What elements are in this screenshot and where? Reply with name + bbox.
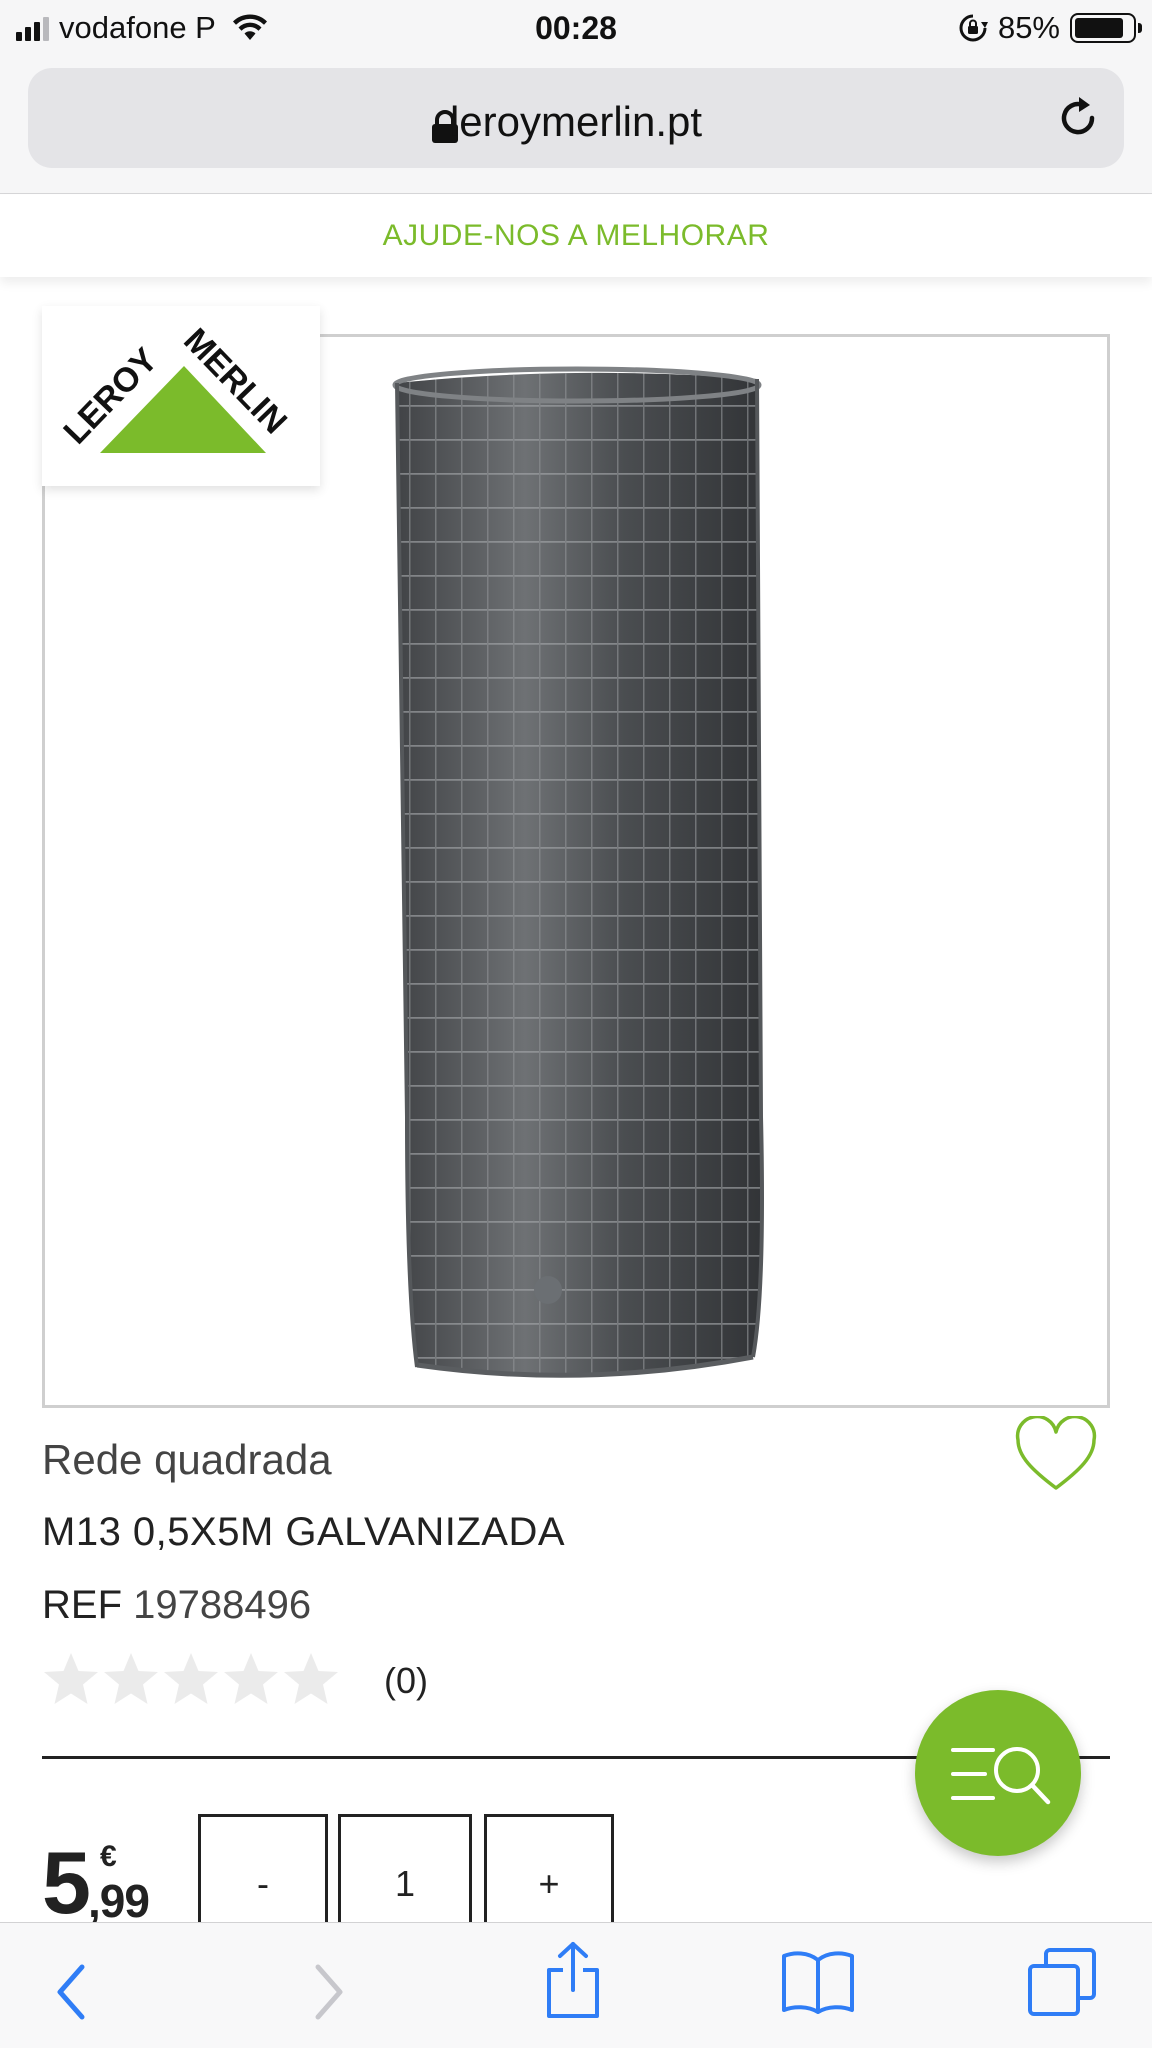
battery-percent: 85% xyxy=(997,10,1060,45)
browser-toolbar xyxy=(0,1922,1152,2048)
rating-stars[interactable] xyxy=(42,1650,340,1708)
status-bar: vodafone P 00:28 85% xyxy=(0,0,1152,58)
product-image xyxy=(392,366,764,1378)
price-integer: 5 xyxy=(42,1833,91,1932)
status-bar-right: 85% xyxy=(958,10,1142,46)
heart-outline-icon[interactable] xyxy=(1012,1416,1100,1496)
price-decimal: ,99 xyxy=(88,1875,150,1927)
product-category: Rede quadrada xyxy=(42,1436,332,1483)
back-icon xyxy=(57,1964,85,2020)
product-image-frame[interactable] xyxy=(42,334,1110,1408)
forward-button[interactable] xyxy=(288,1957,368,2027)
forward-icon xyxy=(315,1964,343,2020)
tabs-icon xyxy=(1028,1948,1096,2016)
feedback-link[interactable]: AJUDE-NOS A MELHORAR xyxy=(0,219,1152,253)
orientation-lock-icon xyxy=(959,14,988,42)
star-icon xyxy=(224,1653,278,1704)
product-ref: REF 19788496 xyxy=(42,1583,311,1628)
rating-count: (0) xyxy=(384,1660,428,1701)
battery-fill xyxy=(1075,18,1123,38)
product-name: M13 0,5X5M GALVANIZADA xyxy=(42,1510,566,1554)
share-button[interactable] xyxy=(533,1942,613,2018)
tabs-button[interactable] xyxy=(1022,1947,1102,2017)
bookmarks-icon xyxy=(782,1951,854,2014)
ref-number: 19788496 xyxy=(133,1583,312,1627)
browser-bar: leroymerlin.pt xyxy=(0,58,1152,194)
leroy-merlin-logo[interactable]: LEROY MERLIN xyxy=(42,306,320,486)
ref-label: REF xyxy=(42,1583,122,1627)
feedback-bar: AJUDE-NOS A MELHORAR xyxy=(0,195,1152,277)
logo-mark: LEROY MERLIN xyxy=(56,321,294,453)
url-text: leroymerlin.pt xyxy=(449,98,703,145)
address-field[interactable]: leroymerlin.pt xyxy=(28,68,1124,168)
star-icon xyxy=(44,1653,98,1704)
star-icon xyxy=(284,1653,338,1704)
carousel-dot[interactable] xyxy=(534,1276,562,1304)
star-icon xyxy=(104,1653,158,1704)
screen: vodafone P 00:28 85% leroymerlin.pt AJUD… xyxy=(0,0,1152,2048)
star-icon xyxy=(164,1653,218,1704)
back-button[interactable] xyxy=(32,1957,112,2027)
reload-icon[interactable] xyxy=(1052,92,1104,144)
menu-search-button[interactable] xyxy=(915,1690,1081,1856)
menu-search-icon xyxy=(951,1747,1051,1805)
share-icon xyxy=(547,1942,599,2018)
price: 5 € ,99 xyxy=(42,1838,202,1928)
price-currency: € xyxy=(100,1840,117,1873)
bookmarks-button[interactable] xyxy=(778,1947,858,2017)
battery-icon xyxy=(1070,13,1142,43)
